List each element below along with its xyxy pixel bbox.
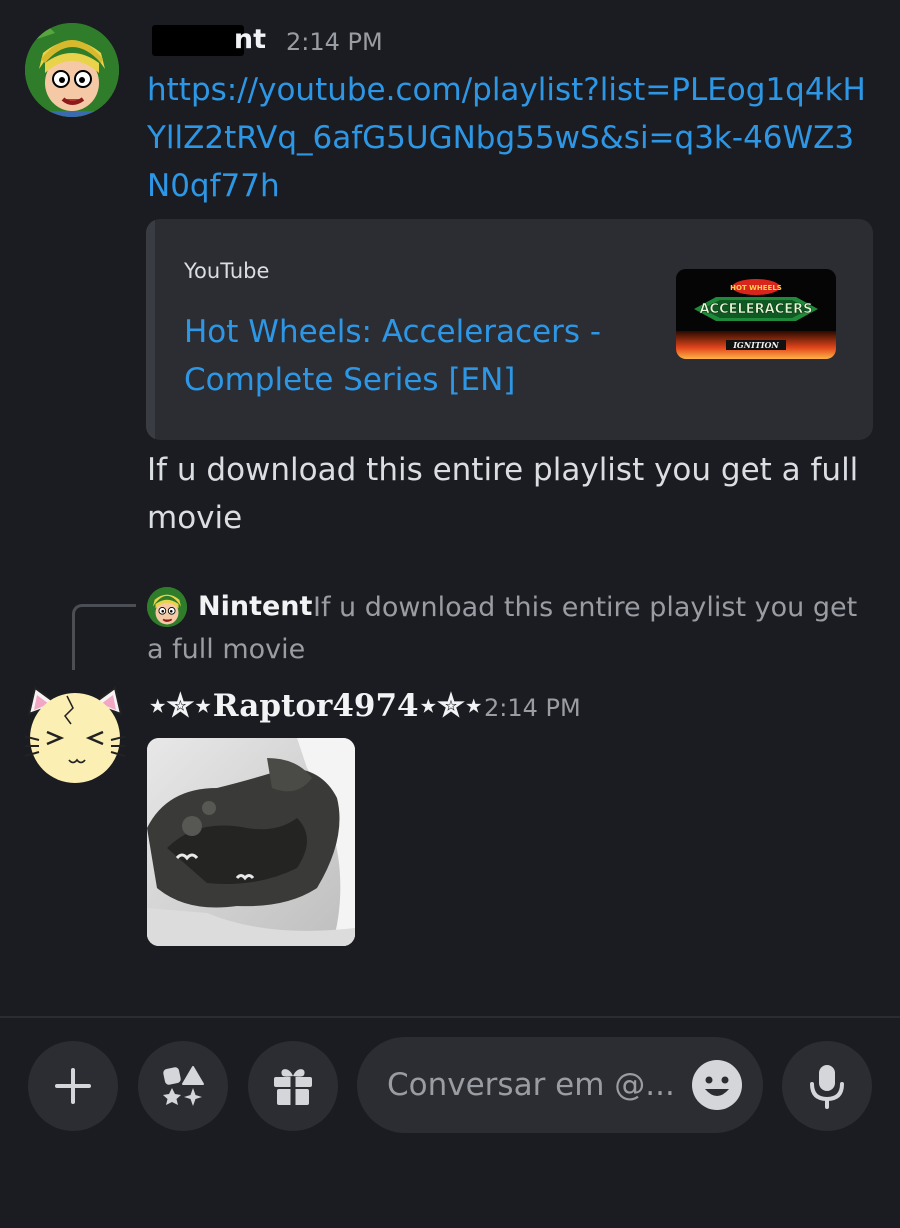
message-link[interactable]: https://youtube.com/playlist?list=PLEog1… [147, 66, 867, 210]
user-avatar[interactable] [22, 686, 128, 783]
thumbnail-logo: HOT WHEELS [730, 284, 782, 292]
thumbnail-image: HOT WHEELS ACCELERACERS IGNITION [676, 269, 836, 359]
timestamp: 2:14 PM [484, 694, 581, 722]
gift-icon [274, 1069, 312, 1105]
add-attachment-button[interactable] [28, 1041, 118, 1131]
gift-button[interactable] [248, 1041, 338, 1131]
embed-provider[interactable]: YouTube [184, 259, 269, 283]
author-name[interactable]: ⋆✮⋆Raptor4974⋆✮⋆ [148, 686, 483, 726]
reply-avatar-image [147, 587, 187, 627]
avatar-image [25, 23, 119, 117]
emoji-button[interactable] [691, 1059, 743, 1111]
avatar-image [22, 686, 128, 783]
author-name[interactable]: nt [148, 22, 266, 58]
reply-author[interactable]: Nintent [198, 587, 312, 627]
voice-message-button[interactable] [782, 1041, 872, 1131]
emoji-icon [692, 1060, 742, 1110]
message-composer[interactable] [357, 1037, 763, 1133]
redaction-bar [152, 25, 244, 56]
image-attachment[interactable] [147, 738, 355, 946]
composer-divider [0, 1016, 900, 1018]
apps-button[interactable] [138, 1041, 228, 1131]
message-input[interactable] [387, 1037, 687, 1133]
embed-title[interactable]: Hot Wheels: Acceleracers - Complete Seri… [184, 308, 644, 404]
author-name-text: nt [233, 24, 266, 55]
attachment-image [147, 738, 355, 946]
embed-accent-bar [146, 219, 155, 440]
user-avatar[interactable] [25, 23, 119, 117]
plus-icon [55, 1068, 91, 1104]
thumbnail-title: ACCELERACERS [699, 302, 812, 317]
apps-icon [163, 1066, 204, 1106]
thumbnail-subtitle: IGNITION [732, 340, 779, 350]
microphone-icon [810, 1065, 844, 1109]
message-text: If u download this entire playlist you g… [147, 452, 859, 536]
embed-thumbnail[interactable]: HOT WHEELS ACCELERACERS IGNITION [676, 269, 836, 359]
reply-connector [72, 604, 136, 670]
reply-avatar [147, 587, 187, 627]
timestamp: 2:14 PM [286, 28, 383, 56]
